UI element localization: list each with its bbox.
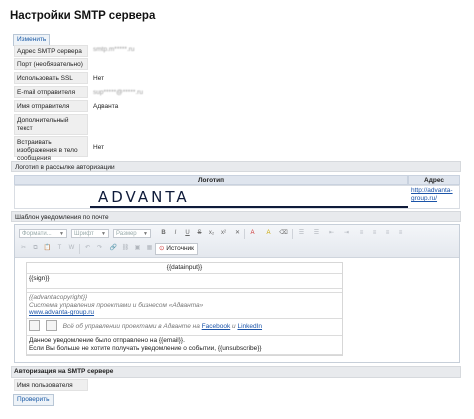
advanta-logo: ADVANTA xyxy=(90,188,408,208)
editor-toolbar: Формати... ▼ Шрифт ▼ Размер ▼ B I U S x₂ x²… xyxy=(15,225,459,258)
sign-row: {{sign}} xyxy=(27,274,342,289)
paste-word-icon[interactable]: W xyxy=(67,244,76,253)
undo-icon[interactable]: ↶ xyxy=(83,244,92,253)
social-and: и xyxy=(232,322,236,330)
notification-note-1: Данное уведомление было отправлено на {{… xyxy=(29,336,185,344)
source-icon: ⊙ xyxy=(159,245,165,252)
notification-note-2: Если Вы больше не хотите получать уведом… xyxy=(27,345,342,355)
smtp-address-value: smtp.m*****.ru xyxy=(93,46,135,53)
smtp-port-label: Порт (необязательно) xyxy=(14,58,88,70)
align-center-icon[interactable]: ≡ xyxy=(370,229,379,238)
source-button-label: Источник xyxy=(166,245,195,252)
cut-icon[interactable]: ✂ xyxy=(19,244,28,253)
social-image-icon xyxy=(29,320,40,332)
bg-color-icon[interactable]: A xyxy=(264,229,273,238)
embed-images-label: Встраивать изображения в тело сообщения xyxy=(14,136,88,162)
tagline-text: Система управления проектами и бизнесом … xyxy=(29,301,204,309)
bulleted-list-icon[interactable]: ☰ xyxy=(312,229,321,238)
sender-email-value: sup*****@*****.ru xyxy=(93,89,143,96)
bold-icon[interactable]: B xyxy=(159,229,168,238)
logo-column-header: Логотип xyxy=(14,175,408,185)
redo-icon[interactable]: ↷ xyxy=(95,244,104,253)
embed-images-value: Нет xyxy=(93,144,105,151)
text-color-icon[interactable]: A xyxy=(248,229,257,238)
outdent-icon[interactable]: ⇤ xyxy=(327,229,336,238)
toolbar-separator xyxy=(244,229,245,239)
sender-name-label: Имя отправителя xyxy=(14,100,88,112)
align-left-icon[interactable]: ≡ xyxy=(357,229,366,238)
size-select-label: Размер xyxy=(116,231,137,237)
remove-format-icon[interactable]: ✕ xyxy=(233,229,242,238)
datainput-row: {{datainput}} xyxy=(27,263,342,274)
toolbar-separator xyxy=(79,244,80,254)
logo-section-header: Логотип в рассылке авторизации xyxy=(11,161,461,172)
check-button[interactable]: Проверить xyxy=(13,394,54,406)
underline-icon[interactable]: U xyxy=(183,229,192,238)
size-select[interactable]: Размер ▼ xyxy=(113,229,151,238)
smtp-address-label: Адрес SMTP сервера xyxy=(14,45,88,57)
source-button[interactable]: ⊙ Источник xyxy=(155,243,199,255)
address-column-header: Адрес xyxy=(408,175,460,185)
link-icon[interactable]: 🔗 xyxy=(109,244,118,253)
smtp-ssl-value: Нет xyxy=(93,75,105,82)
page-title: Настройки SMTP сервера xyxy=(10,10,156,22)
image-icon[interactable]: ▣ xyxy=(133,244,142,253)
site-link-row: www.advanta-group.ru xyxy=(27,309,342,319)
sender-name-value: Адванта xyxy=(93,103,119,110)
superscript-icon[interactable]: x² xyxy=(219,229,228,238)
template-section-header: Шаблон уведомления по почте xyxy=(11,211,461,222)
linkedin-link[interactable]: LinkedIn xyxy=(237,323,262,330)
sender-email-label: E-mail отправителя xyxy=(14,86,88,98)
logo-address-link[interactable]: http://advanta-group.ru/ xyxy=(411,187,459,203)
format-select[interactable]: Формати... ▼ xyxy=(19,229,67,238)
social-image-icon xyxy=(45,320,57,332)
username-label: Имя пользователя xyxy=(14,379,88,391)
numbered-list-icon[interactable]: ☰ xyxy=(297,229,306,238)
facebook-link[interactable]: Facebook xyxy=(202,323,231,330)
smtp-ssl-label: Использовать SSL xyxy=(14,72,88,84)
table-icon[interactable]: ▦ xyxy=(145,244,154,253)
align-right-icon[interactable]: ≡ xyxy=(383,229,392,238)
eraser-icon[interactable]: ⌫ xyxy=(279,229,288,238)
font-select-label: Шрифт xyxy=(74,231,94,237)
site-link[interactable]: www.advanta-group.ru xyxy=(29,309,94,316)
social-prefix: Всё об управлении проектами в Адванте на xyxy=(62,322,200,330)
font-select[interactable]: Шрифт ▼ xyxy=(71,229,109,238)
copyright-text: {{advantacopyright}} xyxy=(29,294,88,301)
italic-icon[interactable]: I xyxy=(171,229,180,238)
advanta-logo-text: ADVANTA xyxy=(98,188,190,206)
auth-section-header: Авторизация на SMTP сервере xyxy=(14,368,114,375)
email-preview[interactable]: {{datainput}} {{sign}} {{advantacopyrigh… xyxy=(26,262,343,356)
copy-icon[interactable]: ⧉ xyxy=(31,244,40,253)
paste-icon[interactable]: 📋 xyxy=(43,244,52,253)
strikethrough-icon[interactable]: S xyxy=(195,229,204,238)
subscript-icon[interactable]: x₂ xyxy=(207,229,216,238)
extra-text-label: Дополнительный текст xyxy=(14,114,88,135)
indent-icon[interactable]: ⇥ xyxy=(342,229,351,238)
align-justify-icon[interactable]: ≡ xyxy=(396,229,405,238)
format-select-label: Формати... xyxy=(22,231,52,237)
social-row: Всё об управлении проектами в Адванте на… xyxy=(27,319,342,336)
unlink-icon[interactable]: ⛓ xyxy=(121,244,130,253)
paste-text-icon[interactable]: T xyxy=(55,244,64,253)
toolbar-separator xyxy=(292,229,293,239)
